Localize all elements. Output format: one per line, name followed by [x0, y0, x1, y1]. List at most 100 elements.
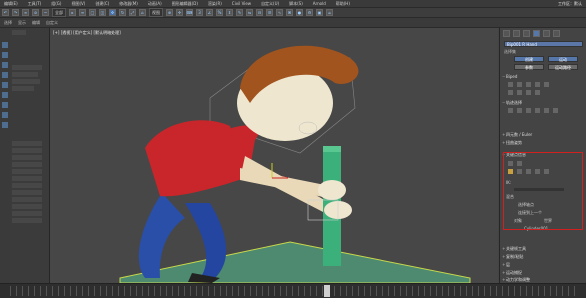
select-scale-icon[interactable]: ⤢	[129, 9, 136, 16]
timeline[interactable]	[0, 283, 586, 298]
body-rotation-icon[interactable]	[526, 108, 531, 113]
footstep-mode-icon[interactable]	[517, 82, 522, 87]
menu-animation[interactable]: 动画(A)	[148, 1, 162, 7]
move-all-icon[interactable]	[535, 90, 540, 95]
cameras-icon[interactable]	[2, 82, 8, 88]
list-item[interactable]	[12, 65, 42, 70]
ribbon-tab-select[interactable]: 选择	[4, 20, 12, 26]
convert-icon[interactable]	[526, 90, 531, 95]
filter-icon[interactable]	[2, 42, 8, 48]
link-icon[interactable]: ∞	[22, 9, 29, 16]
menu-group[interactable]: 组(G)	[51, 1, 61, 7]
layer-explorer-icon[interactable]: ☰	[266, 9, 273, 16]
align-icon[interactable]: ⊟	[256, 9, 263, 16]
ribbon-tab-display[interactable]: 显示	[18, 20, 26, 26]
angle-snap-icon[interactable]: ∠	[206, 9, 213, 16]
helpers-icon[interactable]	[2, 92, 8, 98]
list-item[interactable]	[12, 197, 42, 202]
menu-help[interactable]: 帮助(H)	[336, 1, 350, 7]
modify-tab-icon[interactable]	[513, 30, 520, 37]
render-icon[interactable]: ☕	[326, 9, 333, 16]
section-twist-poses[interactable]: 扭曲姿势	[502, 140, 585, 146]
schematic-view-icon[interactable]: ⌘	[286, 9, 293, 16]
time-slider-handle[interactable]	[324, 285, 330, 297]
curve-editor-icon[interactable]: ∿	[276, 9, 283, 16]
ribbon-tab-customize[interactable]: 自定义	[46, 20, 58, 26]
section-quaternion-euler[interactable]: 四元数 / Euler	[502, 132, 585, 138]
named-selection-icon[interactable]: ✎	[236, 9, 243, 16]
menu-civil-view[interactable]: Civil View	[232, 1, 251, 6]
lock-com-icon[interactable]	[535, 108, 540, 113]
lights-icon[interactable]	[2, 72, 8, 78]
list-item[interactable]	[12, 169, 42, 174]
containers-icon[interactable]	[2, 122, 8, 128]
snaps-toggle-icon[interactable]: 3	[196, 9, 203, 16]
bind-space-warp-icon[interactable]: ~	[42, 9, 49, 16]
menu-modifiers[interactable]: 修改器(M)	[119, 1, 138, 7]
mirror-icon[interactable]: ⇋	[246, 9, 253, 16]
window-crossing-icon[interactable]: ◫	[99, 9, 106, 16]
create-button[interactable]: 创建	[514, 56, 544, 62]
section-motion-capture[interactable]: 运动捕捉	[502, 270, 585, 276]
create-tab-icon[interactable]	[503, 30, 510, 37]
redo-icon[interactable]: ↷	[12, 9, 19, 16]
symmetrical-icon[interactable]	[544, 108, 549, 113]
body-vertical-icon[interactable]	[517, 108, 522, 113]
selection-filter-dropdown[interactable]: 全部	[52, 8, 66, 17]
opposite-icon[interactable]	[553, 108, 558, 113]
material-editor-icon[interactable]: ●	[296, 9, 303, 16]
hierarchy-tab-icon[interactable]	[523, 30, 530, 37]
section-track-selection[interactable]: 轨迹选择	[502, 100, 585, 106]
list-item[interactable]	[12, 183, 42, 188]
select-rotate-icon[interactable]: ↻	[119, 9, 126, 16]
ribbon-tab-edit[interactable]: 编辑	[32, 20, 40, 26]
section-biped[interactable]: Biped	[502, 74, 585, 80]
select-move-icon[interactable]: ✥	[109, 9, 116, 16]
geometry-icon[interactable]	[2, 52, 8, 58]
select-place-icon[interactable]: ⌂	[139, 9, 146, 16]
perspective-viewport[interactable]: [+] [透视] [用户定义] [默认明暗处理]	[50, 28, 498, 283]
load-file-icon[interactable]	[508, 90, 513, 95]
select-object-icon[interactable]: ▸	[69, 9, 76, 16]
menu-scripting[interactable]: 脚本(S)	[289, 1, 303, 7]
shapes-icon[interactable]	[2, 62, 8, 68]
motion-button[interactable]: 运动	[548, 56, 578, 62]
biped-playback-icon[interactable]	[544, 82, 549, 87]
figure-mode-icon[interactable]	[508, 82, 513, 87]
keyboard-shortcut-icon[interactable]: ⌨	[186, 9, 193, 16]
list-item[interactable]	[12, 141, 42, 146]
unlink-icon[interactable]: ⊘	[32, 9, 39, 16]
menu-edit[interactable]: 编辑(E)	[4, 1, 18, 7]
menu-arnold[interactable]: Arnold	[313, 1, 326, 6]
list-item[interactable]	[12, 204, 42, 209]
list-item[interactable]	[12, 86, 34, 91]
pivot-center-icon[interactable]: ⊕	[166, 9, 173, 16]
percent-snap-icon[interactable]: %	[216, 9, 223, 16]
render-frame-icon[interactable]: ▣	[316, 9, 323, 16]
undo-icon[interactable]: ↶	[2, 9, 9, 16]
object-name-field[interactable]: Bip001 R Hand	[504, 41, 583, 47]
select-manipulate-icon[interactable]: ✢	[176, 9, 183, 16]
menu-tools[interactable]: 工具(T)	[28, 1, 42, 7]
utilities-tab-icon[interactable]	[553, 30, 560, 37]
section-layers[interactable]: 层	[502, 262, 585, 268]
spinner-snap-icon[interactable]: ⇕	[226, 9, 233, 16]
display-tab-icon[interactable]	[543, 30, 550, 37]
menu-rendering[interactable]: 渲染(R)	[208, 1, 222, 7]
menu-customize[interactable]: 自定义(U)	[261, 1, 279, 7]
select-by-name-icon[interactable]: ≡	[79, 9, 86, 16]
list-item[interactable]	[12, 211, 42, 216]
motion-flow-icon[interactable]	[526, 82, 531, 87]
menu-graph-editors[interactable]: 图形编辑器(D)	[172, 1, 198, 7]
list-item[interactable]	[12, 148, 42, 153]
list-item[interactable]	[12, 218, 42, 223]
bones-icon[interactable]	[2, 112, 8, 118]
spacewarps-icon[interactable]	[2, 102, 8, 108]
menu-view[interactable]: 视图(V)	[71, 1, 85, 7]
parameters-button[interactable]: 参数	[514, 64, 544, 70]
mixer-icon[interactable]	[535, 82, 540, 87]
save-file-icon[interactable]	[517, 90, 522, 95]
body-horizontal-icon[interactable]	[508, 108, 513, 113]
list-item[interactable]	[12, 79, 40, 84]
reference-coord-dropdown[interactable]: 视图	[149, 8, 163, 17]
